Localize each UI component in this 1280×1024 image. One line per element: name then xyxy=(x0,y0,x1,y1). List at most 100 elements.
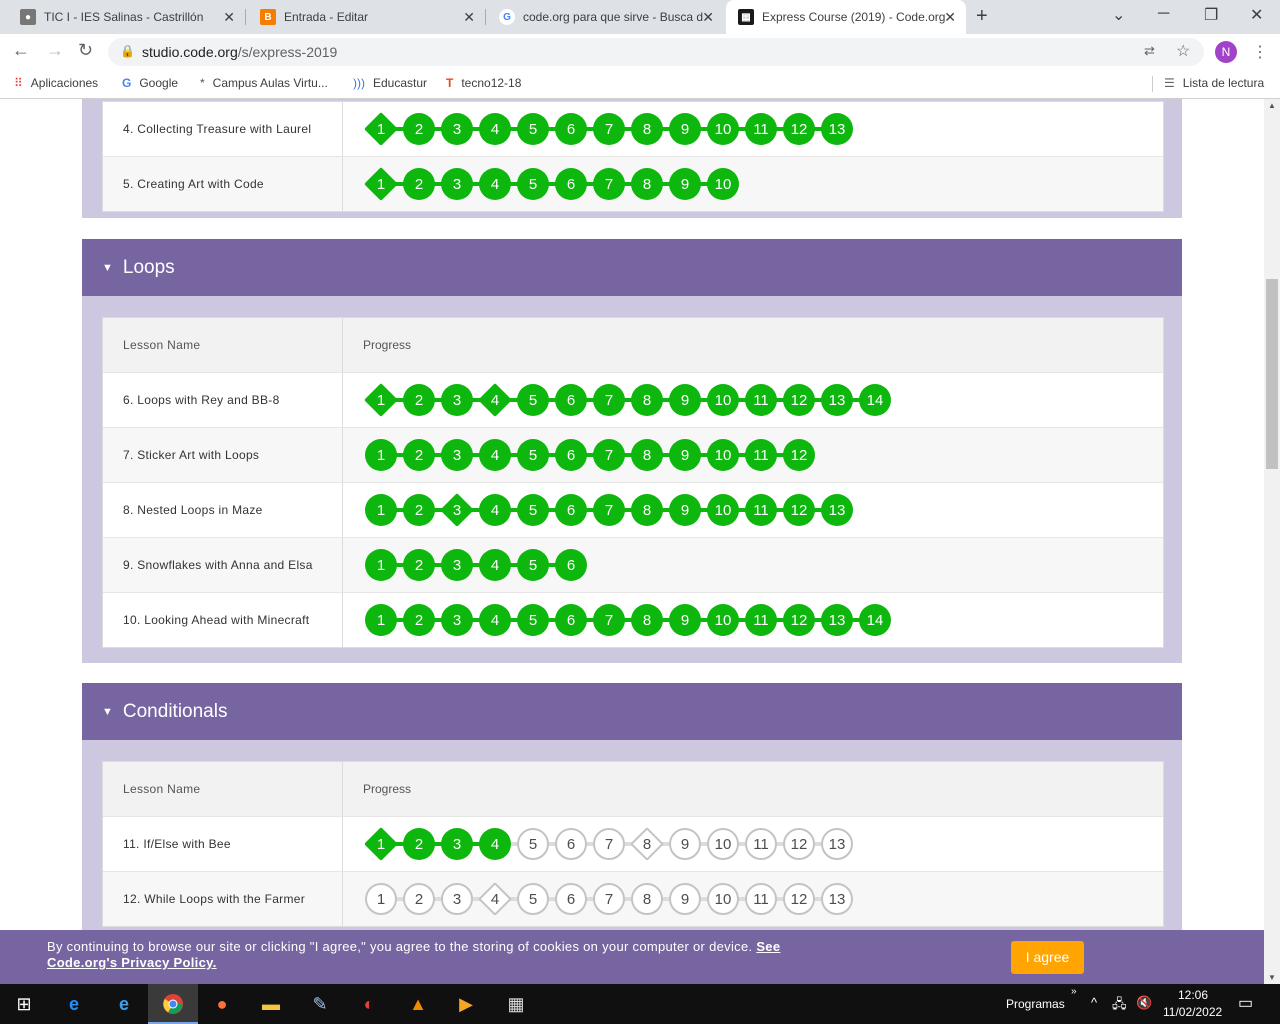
level-bubble[interactable]: 8 xyxy=(631,439,671,471)
level-bubble[interactable]: 3 xyxy=(441,604,481,636)
reload-icon[interactable]: ↻ xyxy=(78,40,93,61)
level-bubble[interactable]: 9 xyxy=(669,604,709,636)
level-bubble[interactable]: 7 xyxy=(593,828,633,860)
lesson-row[interactable]: 4. Collecting Treasure with Laurel 12345… xyxy=(103,102,1163,157)
lesson-name[interactable]: 9. Snowflakes with Anna and Elsa xyxy=(103,538,343,592)
level-bubble[interactable]: 1 xyxy=(365,549,405,581)
lesson-row[interactable]: 9. Snowflakes with Anna and Elsa 1 2 3 4 5 6 xyxy=(103,538,1163,593)
scroll-up-icon[interactable]: ▲ xyxy=(1268,101,1276,110)
level-bubble[interactable]: 9 xyxy=(669,494,709,526)
section-header[interactable]: ▼ Loops xyxy=(82,239,1182,296)
level-bubble[interactable]: 6 xyxy=(555,384,595,416)
lesson-name[interactable]: 7. Sticker Art with Loops xyxy=(103,428,343,482)
level-bubble[interactable]: 6 xyxy=(555,883,595,915)
level-bubble[interactable]: 12 xyxy=(783,113,823,145)
level-bubble[interactable]: 9 xyxy=(669,439,709,471)
level-bubble[interactable]: 7 xyxy=(593,384,633,416)
level-bubble[interactable]: 1 xyxy=(365,494,405,526)
level-bubble[interactable]: 4 xyxy=(478,383,519,417)
close-icon[interactable]: ✕ xyxy=(702,9,714,26)
level-bubble[interactable]: 12 xyxy=(783,384,823,416)
menu-icon[interactable]: ⋮ xyxy=(1252,42,1268,62)
level-bubble[interactable]: 1 xyxy=(364,383,405,417)
address-bar[interactable]: 🔒 studio.code.org/s/express-2019 ⇄ ☆ xyxy=(108,38,1204,66)
lesson-row[interactable]: 7. Sticker Art with Loops 1 2 3 4 5 6 7 8 9 10 11 1… xyxy=(103,428,1163,483)
level-bubble[interactable]: 11 xyxy=(745,113,785,145)
lesson-name[interactable]: 5. Creating Art with Code xyxy=(103,157,343,211)
level-bubble[interactable]: 2 xyxy=(403,883,443,915)
level-bubble[interactable]: 10 xyxy=(707,384,747,416)
level-bubble[interactable]: 1 xyxy=(364,112,405,146)
bookmark-tecno[interactable]: T tecno12-18 xyxy=(446,76,521,90)
tab-express-course[interactable]: ▦ Express Course (2019) - Code.org ✕ xyxy=(726,0,966,34)
level-bubble[interactable]: 12 xyxy=(783,494,823,526)
level-bubble[interactable]: 11 xyxy=(745,494,785,526)
level-bubble[interactable]: 13 xyxy=(821,384,861,416)
level-bubble[interactable]: 13 xyxy=(821,883,853,915)
level-bubble[interactable]: 10 xyxy=(707,604,747,636)
level-bubble[interactable]: 8 xyxy=(631,494,671,526)
level-bubble[interactable]: 8 xyxy=(631,883,671,915)
clock-time[interactable]: 12:06 xyxy=(1178,988,1208,1002)
level-bubble[interactable]: 7 xyxy=(593,604,633,636)
level-bubble[interactable]: 13 xyxy=(821,604,861,636)
lock-icon[interactable]: 🔒 xyxy=(120,44,135,58)
level-bubble[interactable]: 1 xyxy=(364,827,405,861)
volume-muted-icon[interactable]: 🔇 xyxy=(1136,995,1152,1011)
firefox-icon[interactable]: ● xyxy=(208,990,236,1018)
level-bubble[interactable]: 9 xyxy=(669,883,709,915)
internet-explorer-icon[interactable]: e xyxy=(110,990,138,1018)
lesson-name[interactable]: 10. Looking Ahead with Minecraft xyxy=(103,593,343,647)
lesson-row[interactable]: 5. Creating Art with Code 1 2 3 4 5 6 7 8 9 10 xyxy=(103,157,1163,211)
chevron-right-icon[interactable]: » xyxy=(1071,986,1077,997)
lesson-name[interactable]: 4. Collecting Treasure with Laurel xyxy=(103,102,343,156)
level-bubble[interactable]: 4 xyxy=(479,113,519,145)
level-bubble[interactable]: 1 xyxy=(365,604,405,636)
chrome-icon[interactable] xyxy=(159,990,187,1018)
level-bubble[interactable]: 2 xyxy=(403,604,443,636)
back-icon[interactable]: ← xyxy=(12,40,30,61)
level-bubble[interactable]: 6 xyxy=(555,828,595,860)
tab-google-search[interactable]: G code.org para que sirve - Busca d ✕ xyxy=(479,0,724,34)
programs-label[interactable]: Programas xyxy=(1006,997,1065,1011)
show-hidden-icons-icon[interactable]: ^ xyxy=(1091,995,1097,1010)
level-bubble[interactable]: 3 xyxy=(440,493,481,527)
scrollbar-thumb[interactable] xyxy=(1266,279,1278,469)
bookmark-campus[interactable]: * Campus Aulas Virtu... xyxy=(200,76,328,90)
level-bubble[interactable]: 3 xyxy=(441,549,481,581)
level-bubble[interactable]: 8 xyxy=(631,113,671,145)
level-bubble[interactable]: 9 xyxy=(669,828,709,860)
level-bubble[interactable]: 7 xyxy=(593,494,633,526)
tab-tic[interactable]: ● TIC I - IES Salinas - Castrillón ✕ xyxy=(0,0,245,34)
level-bubble[interactable]: 4 xyxy=(479,549,519,581)
level-bubble[interactable]: 1 xyxy=(365,439,405,471)
level-bubble[interactable]: 10 xyxy=(707,883,747,915)
level-bubble[interactable]: 4 xyxy=(478,882,519,916)
page-scrollbar[interactable]: ▲ ▼ xyxy=(1264,99,1280,984)
level-bubble[interactable]: 6 xyxy=(555,439,595,471)
profile-avatar[interactable]: N xyxy=(1215,41,1237,63)
bookmark-apps[interactable]: ⠿ Aplicaciones xyxy=(14,76,98,90)
level-bubble[interactable]: 11 xyxy=(745,384,785,416)
level-bubble[interactable]: 11 xyxy=(745,439,785,471)
caret-down-icon[interactable]: ▼ xyxy=(102,262,113,274)
level-bubble[interactable]: 7 xyxy=(593,113,633,145)
notifications-icon[interactable]: ▭ xyxy=(1238,993,1253,1013)
network-icon[interactable]: 🖧 xyxy=(1112,995,1127,1017)
level-bubble[interactable]: 12 xyxy=(783,828,823,860)
level-bubble[interactable]: 3 xyxy=(441,828,481,860)
lesson-row[interactable]: 11. If/Else with Bee 1 2 3 4 5 6 7 8 9 10 11 12 13 xyxy=(103,817,1163,872)
level-bubble[interactable]: 10 xyxy=(707,828,747,860)
file-explorer-icon[interactable]: ▬ xyxy=(257,990,285,1018)
level-bubble[interactable]: 8 xyxy=(631,168,671,200)
level-bubble[interactable]: 2 xyxy=(403,113,443,145)
lesson-name[interactable]: 11. If/Else with Bee xyxy=(103,817,343,871)
new-tab-icon[interactable]: + xyxy=(976,5,988,28)
bookmark-educastur[interactable]: ))) Educastur xyxy=(353,76,427,90)
level-bubble[interactable]: 11 xyxy=(745,883,785,915)
minimize-icon[interactable]: ─ xyxy=(1158,5,1169,23)
level-bubble[interactable]: 6 xyxy=(555,604,595,636)
lesson-name[interactable]: 12. While Loops with the Farmer xyxy=(103,872,343,926)
level-bubble[interactable]: 11 xyxy=(745,604,785,636)
level-bubble[interactable]: 10 xyxy=(707,113,747,145)
